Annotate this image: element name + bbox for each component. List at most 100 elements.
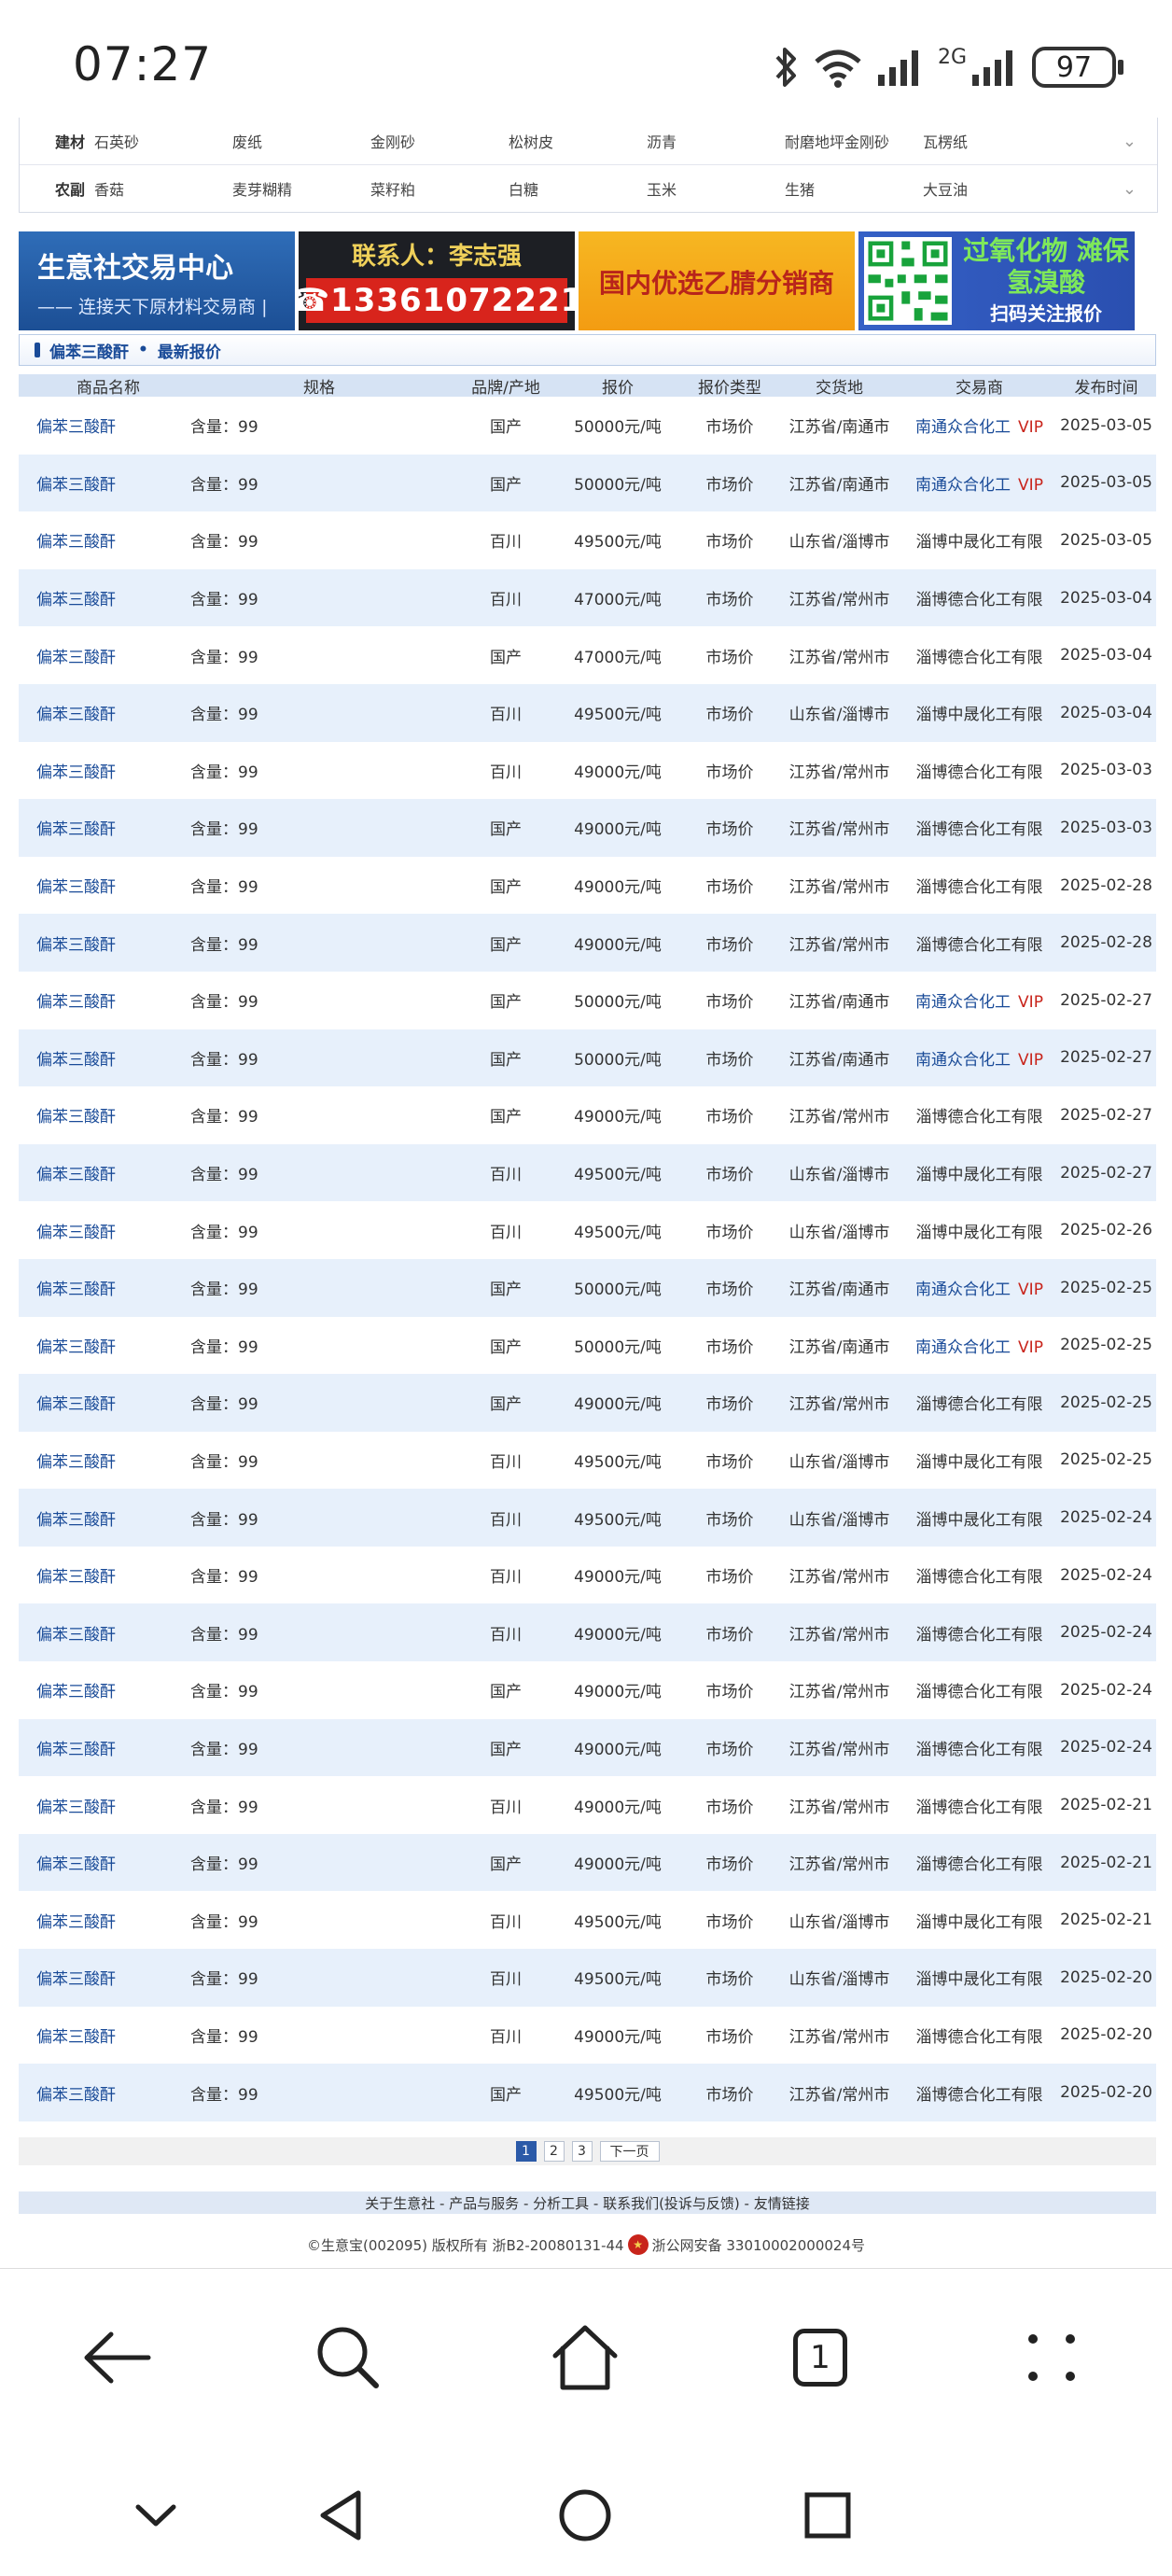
product-name-link[interactable]: 偏苯三酸酐 — [19, 1678, 179, 1701]
product-name-link[interactable]: 偏苯三酸酐 — [19, 759, 179, 782]
brand-cell: 国产 — [490, 878, 522, 898]
dealer-name[interactable]: 南通众合化工 — [915, 418, 1011, 437]
spec-cell: 含量：99 — [190, 1510, 258, 1530]
back-arrow-icon[interactable] — [75, 2316, 159, 2400]
banner-distributor[interactable]: 国内优选乙腈分销商 — [579, 231, 855, 330]
dealer-name[interactable]: 南通众合化工 — [915, 1051, 1011, 1070]
nav-back-icon[interactable] — [308, 2483, 373, 2548]
product-name-link[interactable]: 偏苯三酸酐 — [19, 1851, 179, 1874]
product-name-link[interactable]: 偏苯三酸酐 — [19, 644, 179, 667]
browser-toolbar: 1 — [0, 2268, 1172, 2446]
delivery-cell: 江苏省/常州市 — [788, 1683, 890, 1702]
table-row: 偏苯三酸酐 含量：99 国产 49000元/吨 市场价 江苏省/常州市 淄博德合化工有限 20… — [19, 1086, 1156, 1144]
product-name-link[interactable]: 偏苯三酸酐 — [19, 988, 179, 1012]
price-type-cell: 市场价 — [705, 1912, 754, 1932]
product-name-link[interactable]: 偏苯三酸酐 — [19, 1506, 179, 1530]
category-item[interactable]: 废纸 — [232, 130, 370, 152]
dealer-name[interactable]: 南通众合化工 — [915, 993, 1011, 1012]
product-name-link[interactable]: 偏苯三酸酐 — [19, 413, 179, 437]
category-row-agri: 农副 香菇 麦芽糊精 菜籽粕 白糖 玉米 生猪 大豆油 ⌄ — [20, 165, 1157, 212]
footer-nav[interactable]: 关于生意社 - 产品与服务 - 分析工具 - 联系我们(投诉与反馈) - 友情链… — [19, 2191, 1156, 2214]
date-cell: 2025-02-28 — [1060, 933, 1152, 953]
dealer-cell: 淄博中晟化工有限 — [902, 1506, 1056, 1530]
product-name-link[interactable]: 偏苯三酸酐 — [19, 2023, 179, 2047]
table-row: 偏苯三酸酐 含量：99 百川 49000元/吨 市场价 江苏省/常州市 淄博德合化工有限 20… — [19, 1547, 1156, 1604]
product-name-link[interactable]: 偏苯三酸酐 — [19, 528, 179, 552]
price-type-cell: 市场价 — [705, 1281, 754, 1300]
home-icon[interactable] — [543, 2316, 627, 2400]
product-name-link[interactable]: 偏苯三酸酐 — [19, 1219, 179, 1242]
category-item[interactable]: 金刚砂 — [370, 130, 509, 152]
spec-cell: 含量：99 — [190, 1798, 258, 1817]
page-3-button[interactable]: 3 — [571, 2141, 593, 2162]
banner-qrcode[interactable]: 过氧化物 滩保氢溴酸 扫码关注报价 — [858, 231, 1135, 330]
product-name-link[interactable]: 偏苯三酸酐 — [19, 1046, 179, 1070]
product-name-link[interactable]: 偏苯三酸酐 — [19, 1334, 179, 1357]
table-row: 偏苯三酸酐 含量：99 百川 49500元/吨 市场价 山东省/淄博市 淄博中晟化工有限 20… — [19, 683, 1156, 742]
chevron-down-icon[interactable]: ⌄ — [1123, 132, 1137, 151]
category-item[interactable]: 石英砂 — [94, 130, 232, 152]
product-name-link[interactable]: 偏苯三酸酐 — [19, 931, 179, 955]
product-name-link[interactable]: 偏苯三酸酐 — [19, 1161, 179, 1184]
product-name-link[interactable]: 偏苯三酸酐 — [19, 816, 179, 839]
price-cell: 49500元/吨 — [574, 1452, 662, 1472]
nav-recents-icon[interactable] — [795, 2483, 860, 2548]
category-item[interactable]: 香菇 — [94, 177, 232, 200]
page-1-button[interactable]: 1 — [515, 2141, 537, 2162]
product-name-link[interactable]: 偏苯三酸酐 — [19, 1621, 179, 1645]
nav-home-icon[interactable] — [552, 2483, 618, 2548]
product-name-link[interactable]: 偏苯三酸酐 — [19, 1966, 179, 1989]
dealer-cell: 南通众合化工 VIP — [902, 1334, 1056, 1357]
delivery-cell: 江苏省/常州市 — [788, 878, 890, 898]
next-page-button[interactable]: 下一页 — [599, 2141, 660, 2162]
product-name-link[interactable]: 偏苯三酸酐 — [19, 1736, 179, 1759]
product-name-link[interactable]: 偏苯三酸酐 — [19, 874, 179, 897]
brand-cell: 国产 — [490, 475, 522, 495]
page-2-button[interactable]: 2 — [543, 2141, 565, 2162]
tab-count: 1 — [793, 2329, 847, 2387]
dealer-name[interactable]: 南通众合化工 — [915, 1281, 1011, 1299]
product-name-link[interactable]: 偏苯三酸酐 — [19, 1563, 179, 1587]
category-item[interactable]: 瓦楞纸 — [923, 130, 1061, 152]
chevron-down-icon[interactable]: ⌄ — [1123, 179, 1137, 199]
product-name-link[interactable]: 偏苯三酸酐 — [19, 1909, 179, 1932]
product-name-link[interactable]: 偏苯三酸酐 — [19, 701, 179, 724]
category-item[interactable]: 耐磨地坪金刚砂 — [785, 130, 923, 152]
category-item[interactable]: 麦芽糊精 — [232, 177, 370, 200]
category-item[interactable]: 玉米 — [647, 177, 785, 200]
product-name-link[interactable]: 偏苯三酸酐 — [19, 1449, 179, 1472]
category-item[interactable]: 大豆油 — [923, 177, 1061, 200]
product-name-link[interactable]: 偏苯三酸酐 — [19, 586, 179, 609]
price-type-cell: 市场价 — [705, 1452, 754, 1472]
product-name-link[interactable]: 偏苯三酸酐 — [19, 2081, 179, 2105]
dealer-name[interactable]: 南通众合化工 — [915, 476, 1011, 495]
col-header-delivery: 交货地 — [816, 378, 863, 398]
dealer-cell: 淄博德合化工有限 — [902, 759, 1056, 782]
product-name-link[interactable]: 偏苯三酸酐 — [19, 471, 179, 495]
table-row: 偏苯三酸酐 含量：99 国产 49000元/吨 市场价 江苏省/常州市 淄博德合化工有限 20… — [19, 799, 1156, 857]
section-product[interactable]: 偏苯三酸酐 — [49, 339, 129, 362]
category-item[interactable]: 白糖 — [509, 177, 647, 200]
category-item[interactable]: 松树皮 — [509, 130, 647, 152]
banner-contact[interactable]: 联系人：李志强 ☎13361072221 — [299, 231, 575, 330]
price-cell: 49500元/吨 — [574, 1510, 662, 1530]
category-item[interactable]: 菜籽粕 — [370, 177, 509, 200]
police-record[interactable]: 浙公网安备 33010002000024号 — [652, 2235, 865, 2255]
price-cell: 49500元/吨 — [574, 1912, 662, 1932]
price-cell: 50000元/吨 — [574, 993, 662, 1013]
dealer-name[interactable]: 南通众合化工 — [915, 1338, 1011, 1357]
product-name-link[interactable]: 偏苯三酸酐 — [19, 1794, 179, 1817]
dealer-cell: 淄博德合化工有限 — [902, 1103, 1056, 1127]
search-icon[interactable] — [306, 2316, 390, 2400]
tabs-icon[interactable]: 1 — [778, 2316, 862, 2400]
category-item[interactable]: 沥青 — [647, 130, 785, 152]
banner-trade-center[interactable]: 生意社交易中心 —— 连接天下原材料交易商 | — [19, 231, 295, 330]
date-cell: 2025-03-03 — [1060, 761, 1152, 780]
product-name-link[interactable]: 偏苯三酸酐 — [19, 1391, 179, 1414]
category-item[interactable]: 生猪 — [785, 177, 923, 200]
menu-dots-icon[interactable] — [1010, 2316, 1094, 2400]
dealer-name: 淄博德合化工有限 — [915, 935, 1043, 955]
nav-down-icon[interactable] — [123, 2483, 188, 2548]
product-name-link[interactable]: 偏苯三酸酐 — [19, 1276, 179, 1299]
product-name-link[interactable]: 偏苯三酸酐 — [19, 1103, 179, 1127]
